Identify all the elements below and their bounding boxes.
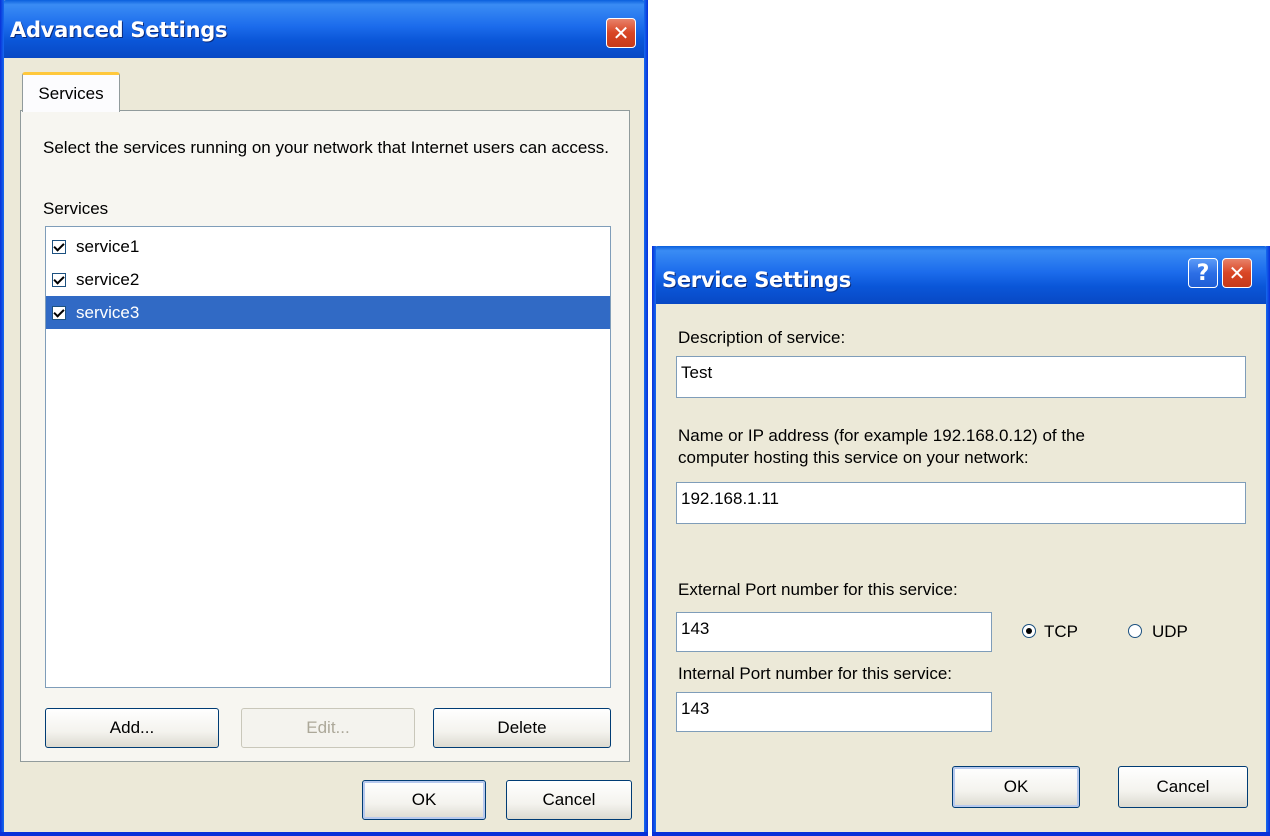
list-item[interactable]: service3 — [46, 296, 610, 329]
window-border-bottom — [0, 832, 648, 836]
udp-radio[interactable] — [1128, 624, 1142, 638]
help-icon: ? — [1196, 260, 1210, 286]
close-icon: ✕ — [1228, 261, 1246, 285]
list-item[interactable]: service1 — [46, 230, 610, 263]
service1-checkbox[interactable] — [52, 239, 66, 254]
tcp-radio[interactable] — [1022, 624, 1036, 638]
services-list[interactable]: service1 service2 service3 — [45, 226, 611, 688]
help-button[interactable]: ? — [1188, 258, 1218, 288]
window-border-right — [644, 0, 648, 836]
internal-port-input[interactable]: 143 — [676, 692, 992, 732]
host-label-line2: computer hosting this service on your ne… — [678, 448, 1029, 467]
host-input[interactable]: 192.168.1.11 — [676, 482, 1246, 524]
window-border-bottom — [652, 832, 1270, 836]
tab-services[interactable]: Services — [22, 72, 120, 112]
service-settings-dialog: Service Settings ? ✕ Description of serv… — [652, 246, 1270, 836]
service2-checkbox[interactable] — [52, 272, 66, 287]
window-border-left — [652, 246, 656, 836]
udp-label[interactable]: UDP — [1152, 622, 1188, 642]
cancel-button[interactable]: Cancel — [506, 780, 632, 820]
services-description: Select the services running on your netw… — [43, 138, 610, 157]
add-button[interactable]: Add... — [45, 708, 219, 748]
service-settings-title: Service Settings — [662, 268, 851, 292]
ok-button[interactable]: OK — [952, 766, 1080, 808]
advanced-settings-title: Advanced Settings — [10, 18, 228, 42]
tcp-label[interactable]: TCP — [1044, 622, 1078, 642]
window-border-left — [0, 0, 4, 836]
close-icon: ✕ — [612, 21, 630, 45]
service3-label: service3 — [76, 302, 140, 322]
services-list-label: Services — [43, 199, 109, 218]
close-button[interactable]: ✕ — [1222, 258, 1252, 288]
service-settings-titlebar[interactable]: Service Settings ? ✕ — [652, 246, 1270, 304]
advanced-settings-dialog: Advanced Settings ✕ Services Select the … — [0, 0, 648, 836]
service1-label: service1 — [76, 236, 140, 256]
advanced-settings-titlebar[interactable]: Advanced Settings ✕ — [0, 0, 648, 58]
service2-label: service2 — [76, 269, 140, 289]
host-label-line1: Name or IP address (for example 192.168.… — [678, 426, 1085, 445]
external-port-label: External Port number for this service: — [678, 580, 958, 599]
service3-checkbox[interactable] — [52, 305, 66, 320]
ok-button[interactable]: OK — [362, 780, 486, 820]
close-button[interactable]: ✕ — [606, 18, 636, 48]
list-item[interactable]: service2 — [46, 263, 610, 296]
delete-button[interactable]: Delete — [433, 708, 611, 748]
external-port-input[interactable]: 143 — [676, 612, 992, 652]
cancel-button[interactable]: Cancel — [1118, 766, 1248, 808]
tab-panel: Select the services running on your netw… — [20, 110, 630, 762]
internal-port-label: Internal Port number for this service: — [678, 664, 953, 683]
edit-button[interactable]: Edit... — [241, 708, 415, 748]
description-input[interactable]: Test — [676, 356, 1246, 398]
window-border-right — [1266, 246, 1270, 836]
tab-services-label: Services — [38, 83, 104, 103]
description-label: Description of service: — [678, 328, 846, 347]
